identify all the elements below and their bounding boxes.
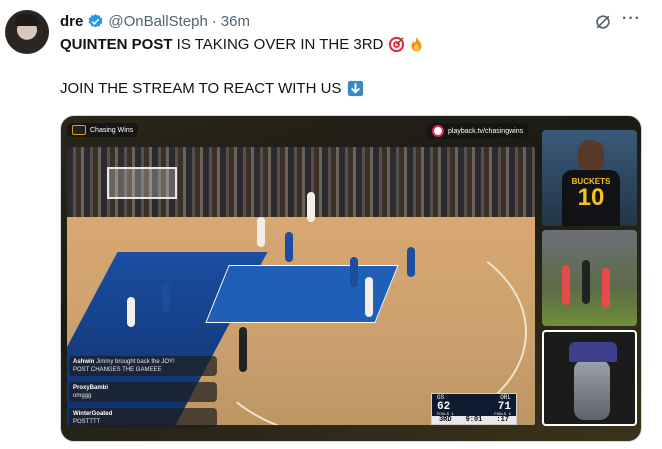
player [562, 265, 570, 305]
team-right: ORL [500, 394, 511, 401]
playback-logo-icon [432, 125, 444, 137]
game-clock: 9:01 [465, 416, 483, 424]
scoreboard: GS ORL 62 71 FOULS 1 FOULS 1 3RD 9:01 :1… [431, 393, 517, 425]
referee [239, 327, 247, 372]
tweet-text-cta: JOIN THE STREAM TO REACT WITH US [60, 80, 342, 97]
chat-reply-context: Jimmy brought back the JOY! [96, 359, 175, 365]
player [602, 268, 610, 308]
streamer-figure [574, 360, 610, 420]
replay-cam-panel [542, 230, 637, 326]
channel-logo-icon [72, 125, 86, 135]
player-head [578, 140, 604, 172]
player-jersey: BUCKETS 10 [562, 170, 620, 226]
bullseye-emoji-icon [389, 36, 405, 53]
channel-chip[interactable]: Chasing Wins [67, 123, 139, 137]
tweet-text-line2: JOIN THE STREAM TO REACT WITH US [60, 80, 364, 97]
player [582, 260, 590, 304]
chat-message: ProxyBambi omggg [69, 382, 217, 402]
chat-username: WinterGoated [73, 411, 113, 417]
chat-username: ProxyBambi [73, 385, 109, 391]
stream-url: playback.tv/chasingwins [448, 127, 524, 135]
player [162, 282, 170, 312]
chat-text: omggg [73, 393, 92, 399]
player-cam-panel: BUCKETS 10 [542, 130, 637, 226]
team-left: GS [437, 394, 445, 401]
avatar[interactable] [5, 10, 49, 54]
streamer-cam-panel [542, 330, 637, 426]
chat-message: Ashwin Jimmy brought back the JOY! POST … [69, 356, 217, 376]
period: 3RD [438, 416, 452, 424]
player [407, 247, 415, 277]
chat-username: Ashwin [73, 359, 95, 365]
player [350, 257, 358, 287]
shot-clock: :17 [496, 416, 509, 424]
backboard [107, 167, 177, 199]
more-options-icon[interactable]: ··· [622, 10, 641, 28]
tweet-text-bold: QUINTEN POST [60, 36, 173, 53]
stream-url-chip[interactable]: playback.tv/chasingwins [427, 123, 529, 139]
streamer-hat [569, 342, 617, 362]
timestamp[interactable]: 36m [221, 13, 250, 30]
channel-label: Chasing Wins [90, 126, 134, 134]
tweet-text-line1: QUINTEN POST IS TAKING OVER IN THE 3RD [60, 36, 425, 53]
grok-icon[interactable] [593, 12, 613, 32]
display-name[interactable]: dre [60, 13, 83, 30]
separator-dot: · [211, 12, 217, 30]
chat-text: POSTTTT [73, 419, 101, 425]
video-media[interactable]: Chasing Wins playback.tv/chasingwins GS … [60, 115, 642, 442]
down-arrow-emoji-icon [348, 80, 364, 97]
player [285, 232, 293, 262]
fire-emoji-icon [411, 36, 423, 52]
tweet-text-rest: IS TAKING OVER IN THE 3RD [172, 36, 384, 53]
chat-message: WinterGoated POSTTTT [69, 408, 217, 428]
player [257, 217, 265, 247]
player [365, 277, 373, 317]
score-right: 71 [497, 401, 511, 413]
handle[interactable]: @OnBallSteph [108, 13, 207, 30]
player [307, 192, 315, 222]
chat-text: POST CHANGES THE GAMEEE [73, 367, 162, 373]
score-left: 62 [437, 401, 451, 413]
tweet-header: dre @OnBallSteph · 36m [60, 11, 250, 31]
player [127, 297, 135, 327]
jersey-number: 10 [577, 184, 605, 211]
verified-badge-icon [88, 13, 103, 28]
